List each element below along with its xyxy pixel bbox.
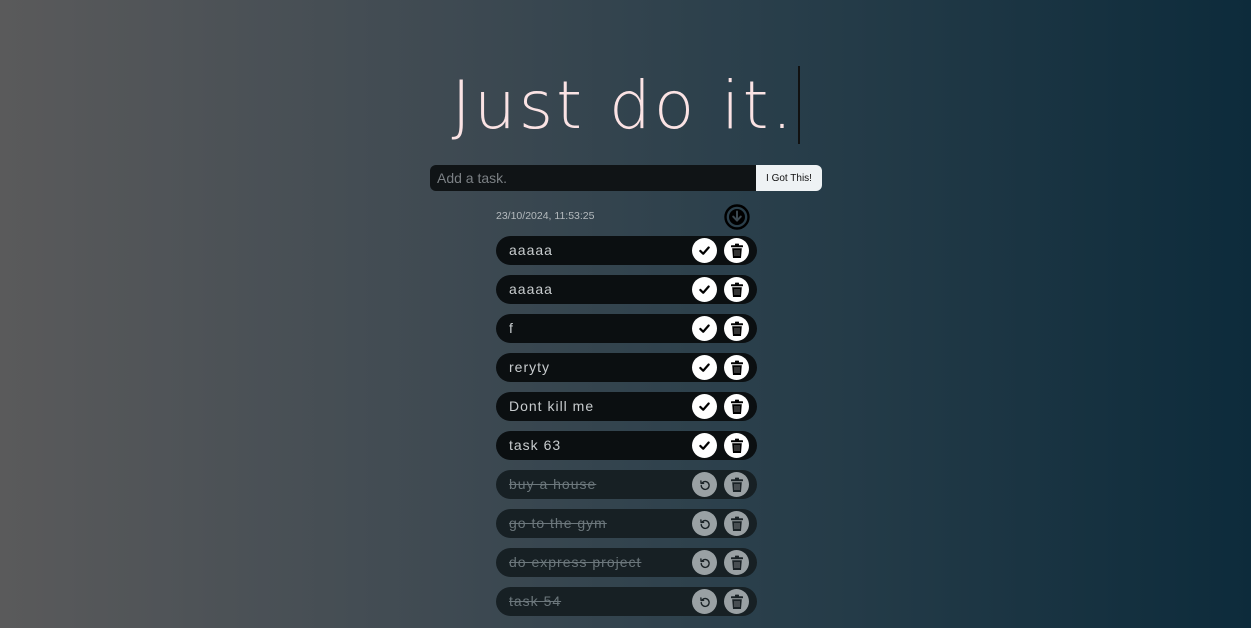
check-icon[interactable] bbox=[692, 316, 717, 341]
undo-icon[interactable] bbox=[692, 511, 717, 536]
task-input[interactable] bbox=[430, 165, 756, 191]
add-task-form: I Got This! bbox=[430, 165, 822, 191]
task-item: do express project bbox=[496, 548, 757, 577]
trash-icon[interactable] bbox=[724, 511, 749, 536]
timestamp: 23/10/2024, 11:53:25 bbox=[496, 210, 595, 222]
undo-icon[interactable] bbox=[692, 589, 717, 614]
typing-cursor bbox=[797, 66, 800, 144]
check-icon[interactable] bbox=[692, 238, 717, 263]
check-icon[interactable] bbox=[692, 433, 717, 458]
page-title: Just do it. bbox=[451, 67, 796, 144]
task-text: do express project bbox=[509, 554, 642, 570]
task-item: f bbox=[496, 314, 757, 343]
task-item: task 63 bbox=[496, 431, 757, 460]
task-text: reryty bbox=[509, 359, 550, 375]
task-item: aaaaa bbox=[496, 275, 757, 304]
trash-icon[interactable] bbox=[724, 277, 749, 302]
check-icon[interactable] bbox=[692, 394, 717, 419]
trash-icon[interactable] bbox=[724, 550, 749, 575]
trash-icon[interactable] bbox=[724, 589, 749, 614]
trash-icon[interactable] bbox=[724, 355, 749, 380]
task-item: task 54 bbox=[496, 587, 757, 616]
task-text: go to the gym bbox=[509, 515, 607, 531]
check-icon[interactable] bbox=[692, 355, 717, 380]
trash-icon[interactable] bbox=[724, 394, 749, 419]
undo-icon[interactable] bbox=[692, 550, 717, 575]
task-item: go to the gym bbox=[496, 509, 757, 538]
task-text: aaaaa bbox=[509, 242, 553, 258]
task-item: Dont kill me bbox=[496, 392, 757, 421]
download-circle-icon[interactable] bbox=[724, 204, 750, 230]
task-item: aaaaa bbox=[496, 236, 757, 265]
list-meta: 23/10/2024, 11:53:25 bbox=[496, 203, 756, 231]
header: Just do it. bbox=[0, 66, 1251, 146]
trash-icon[interactable] bbox=[724, 433, 749, 458]
task-text: task 54 bbox=[509, 593, 562, 609]
task-text: task 63 bbox=[509, 437, 562, 453]
task-text: buy a house bbox=[509, 476, 597, 492]
trash-icon[interactable] bbox=[724, 316, 749, 341]
task-item: buy a house bbox=[496, 470, 757, 499]
trash-icon[interactable] bbox=[724, 472, 749, 497]
task-text: Dont kill me bbox=[509, 398, 595, 414]
task-item: reryty bbox=[496, 353, 757, 382]
undo-icon[interactable] bbox=[692, 472, 717, 497]
task-list: aaaaa aaaaa f reryty Dont kill me task 63 buy … bbox=[496, 236, 757, 626]
task-text: f bbox=[509, 320, 514, 336]
trash-icon[interactable] bbox=[724, 238, 749, 263]
add-task-button[interactable]: I Got This! bbox=[756, 165, 822, 191]
check-icon[interactable] bbox=[692, 277, 717, 302]
task-text: aaaaa bbox=[509, 281, 553, 297]
